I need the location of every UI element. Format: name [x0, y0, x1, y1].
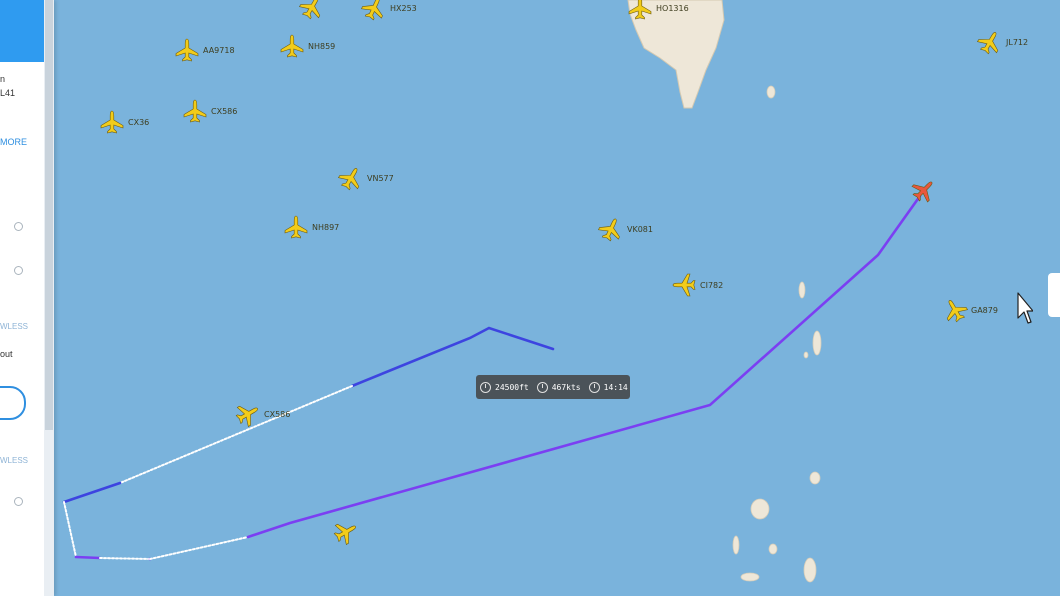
aircraft-callsign-label[interactable]: HX253: [390, 4, 417, 13]
altitude-icon: [480, 381, 491, 393]
clock-icon: [588, 381, 600, 393]
more-link[interactable]: MORE: [0, 137, 27, 147]
aircraft-callsign-label[interactable]: CX586: [264, 410, 290, 419]
time-value: 14:14: [603, 382, 628, 392]
sidebar-scrollbar-thumb[interactable]: [45, 0, 53, 430]
toggle-button[interactable]: [0, 386, 26, 420]
speed-icon: [536, 381, 548, 393]
aircraft-callsign-label[interactable]: CX36: [128, 118, 149, 127]
right-panel-tab[interactable]: [1048, 273, 1060, 317]
aircraft-callsign-label[interactable]: VK081: [627, 225, 653, 234]
aircraft-callsign-label[interactable]: CX586: [211, 107, 237, 116]
flight-info-tooltip: 24500ft 467kts 14:14: [476, 375, 630, 399]
altitude-value: 24500ft: [495, 382, 529, 392]
aircraft-callsign-label[interactable]: CI782: [700, 281, 723, 290]
flight-map[interactable]: HX253 HO1316 AA9718 NH859 JL712 CX36 CX586 VN57…: [0, 0, 1060, 596]
aircraft-callsign-label[interactable]: VN577: [367, 174, 394, 183]
radio-option-3[interactable]: [14, 497, 23, 506]
sidebar-header: [0, 0, 44, 62]
aircraft-callsign-label[interactable]: GA879: [971, 306, 998, 315]
aircraft-callsign-label[interactable]: JL712: [1005, 38, 1028, 47]
aircraft-callsign-label[interactable]: NH859: [308, 42, 335, 51]
sidebar-panel: n L41 MORE WLESS out WLESS: [0, 0, 54, 596]
radio-option-1[interactable]: [14, 222, 23, 231]
section-heading-2: WLESS: [0, 456, 29, 465]
radio-option-2[interactable]: [14, 266, 23, 275]
sidebar-text-line1: n: [0, 74, 6, 84]
sidebar-text-line2: L41: [0, 88, 16, 98]
aircraft-callsign-label[interactable]: AA9718: [203, 46, 235, 55]
section-heading-1: WLESS: [0, 322, 29, 331]
aircraft-callsign-label[interactable]: NH897: [312, 223, 339, 232]
sidebar-text-out: out: [0, 349, 13, 359]
mouse-cursor-icon: [1017, 292, 1033, 324]
speed-value: 467kts: [551, 382, 581, 392]
aircraft-callsign-label[interactable]: HO1316: [656, 4, 689, 13]
